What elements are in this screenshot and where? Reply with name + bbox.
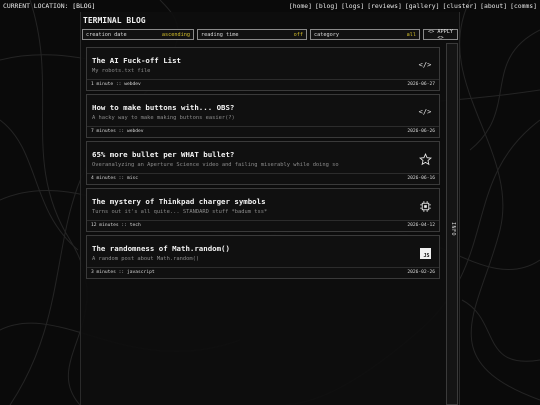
nav-cluster[interactable]: [cluster]: [442, 2, 477, 10]
nav-gallery[interactable]: [gallery]: [405, 2, 440, 10]
post-meta: 7 minutes :: webdev 2026-06-26: [91, 129, 435, 134]
post-description: A hacky way to make making buttons easie…: [92, 115, 235, 121]
post-list: The AI Fuck-off List My robots.txt file …: [86, 47, 440, 282]
location-prefix: CURRENT LOCATION:: [3, 2, 73, 10]
post-meta: 4 minutes :: misc 2026-06-16: [91, 176, 435, 181]
post-description: Turns out it's all quite... STANDARD stu…: [92, 209, 268, 215]
js-badge: JS: [419, 247, 431, 259]
post-meta: 12 minutes :: tech 2026-04-12: [91, 223, 435, 228]
post-divider: [87, 79, 439, 80]
nav-reviews[interactable]: [reviews]: [367, 2, 402, 10]
post-description: A random post about Math.random(): [92, 256, 200, 262]
page-title: TERMINAL BLOG: [83, 16, 146, 25]
post-card[interactable]: 65% more bullet per WHAT bullet? Overana…: [86, 141, 440, 185]
filter-bar: creation date ascending reading time off…: [82, 29, 458, 41]
nav-blog[interactable]: [blog]: [315, 2, 338, 10]
post-title[interactable]: 65% more bullet per WHAT bullet?: [92, 150, 234, 159]
code-icon: </>: [418, 61, 432, 69]
post-date: 2026-06-27: [407, 82, 435, 87]
post-reading-category: 3 minutes :: javascript: [91, 270, 155, 275]
post-reading-category: 12 minutes :: tech: [91, 223, 141, 228]
filter-creation-date[interactable]: creation date ascending: [82, 29, 194, 40]
post-meta: 1 minute :: webdev 2026-06-27: [91, 82, 435, 87]
current-location: CURRENT LOCATION: [BLOG]: [3, 2, 95, 10]
chip-icon: [418, 199, 432, 213]
filter-value: all: [406, 31, 416, 38]
location-current: [BLOG]: [72, 2, 96, 10]
filter-value: off: [293, 31, 303, 38]
top-bar: CURRENT LOCATION: [BLOG] [home] [blog] […: [0, 0, 540, 12]
filter-label: creation date: [86, 31, 127, 38]
post-date: 2026-02-26: [407, 270, 435, 275]
nav-logs[interactable]: [logs]: [341, 2, 364, 10]
post-card[interactable]: The randomness of Math.random() A random…: [86, 235, 440, 279]
post-card[interactable]: The AI Fuck-off List My robots.txt file …: [86, 47, 440, 91]
post-divider: [87, 173, 439, 174]
star-icon: [418, 152, 432, 166]
post-description: Overanalyzing an Aperture Science video …: [92, 162, 339, 168]
nav-home[interactable]: [home]: [289, 2, 312, 10]
post-title[interactable]: How to make buttons with... OBS?: [92, 103, 234, 112]
nav-comms[interactable]: [comms]: [510, 2, 537, 10]
filter-value: ascending: [161, 31, 190, 38]
post-meta: 3 minutes :: javascript 2026-02-26: [91, 270, 435, 275]
post-title[interactable]: The mystery of Thinkpad charger symbols: [92, 197, 266, 206]
post-date: 2026-06-16: [407, 176, 435, 181]
post-reading-category: 7 minutes :: webdev: [91, 129, 144, 134]
filter-label: reading time: [201, 31, 239, 38]
filter-reading-time[interactable]: reading time off: [197, 29, 307, 40]
code-icon: </>: [418, 108, 432, 116]
info-label: INFO: [450, 222, 456, 237]
post-divider: [87, 220, 439, 221]
post-divider: [87, 126, 439, 127]
post-divider: [87, 267, 439, 268]
apply-button[interactable]: <> APPLY <>: [423, 29, 458, 41]
post-card[interactable]: The mystery of Thinkpad charger symbols …: [86, 188, 440, 232]
post-title[interactable]: The AI Fuck-off List: [92, 56, 181, 65]
post-date: 2026-06-26: [407, 129, 435, 134]
post-title[interactable]: The randomness of Math.random(): [92, 244, 230, 253]
post-date: 2026-04-12: [407, 223, 435, 228]
filter-label: category: [314, 31, 339, 38]
post-reading-category: 4 minutes :: misc: [91, 176, 139, 181]
post-card[interactable]: How to make buttons with... OBS? A hacky…: [86, 94, 440, 138]
info-panel-toggle[interactable]: INFO: [446, 43, 458, 405]
filter-category[interactable]: category all: [310, 29, 420, 40]
site-nav: [home] [blog] [logs] [reviews] [gallery]…: [289, 2, 537, 10]
nav-about[interactable]: [about]: [480, 2, 507, 10]
post-reading-category: 1 minute :: webdev: [91, 82, 141, 87]
js-icon: JS: [418, 246, 432, 260]
post-description: My robots.txt file: [92, 68, 151, 74]
